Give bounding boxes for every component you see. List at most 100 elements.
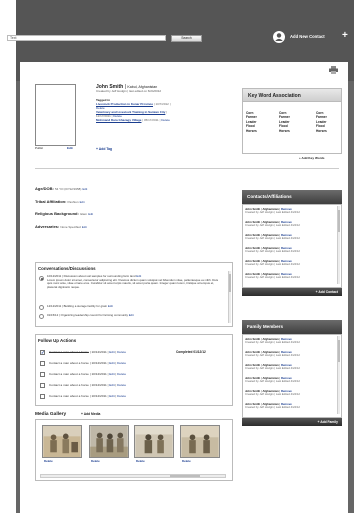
- attribute-edit-link[interactable]: Edit: [82, 225, 87, 229]
- conversation-text[interactable]: 12/12/2011 | Building a storage facility…: [47, 304, 107, 308]
- media-thumbnail[interactable]: [42, 425, 82, 458]
- keyword-panel-title: Key Word Association: [242, 88, 342, 102]
- conversation-item: 10/12/2011 | Discussion about soil sampl…: [47, 274, 224, 289]
- tag-delete[interactable]: Delete: [113, 114, 122, 118]
- followup-item: Contact a man about a horse | 10/12/2011…: [49, 361, 127, 365]
- add-tag-link[interactable]: + Add Tag: [96, 147, 112, 151]
- followup-checkbox-checked[interactable]: ✓: [40, 350, 45, 355]
- media-delete[interactable]: Delete: [44, 459, 53, 464]
- tag-item: Livestock Production in Kunar Province |…: [96, 102, 170, 110]
- followup-delete[interactable]: Delete: [117, 350, 126, 354]
- family-row: John Smith | Afghanistan | Remove Created…: [245, 389, 300, 397]
- followup-delete[interactable]: Delete: [117, 372, 126, 376]
- scrollbar-thumb[interactable]: [229, 274, 231, 292]
- conversation-radio[interactable]: [39, 305, 44, 310]
- followup-checkbox[interactable]: [40, 372, 45, 377]
- family-scrollbar[interactable]: [337, 336, 340, 414]
- attribute-label: Adversaries:: [35, 224, 60, 229]
- section-divider: [35, 168, 339, 169]
- contact-row: John Smith | Afghanistan | Remove Created…: [245, 259, 300, 267]
- attribute-label: Tribal Affiliation:: [35, 199, 67, 204]
- tag-date: 05/17/2011: [143, 118, 159, 122]
- tag-separator: |: [166, 110, 167, 114]
- search-input[interactable]: [7, 35, 166, 41]
- family-row: John Smith | Afghanistan | Remove Created…: [245, 350, 300, 358]
- family-meta: Created by Jeff Hodgin | Last Edited 4/2…: [245, 405, 300, 410]
- family-meta: Created by Jeff Hodgin | Last Edited 4/2…: [245, 392, 300, 397]
- attribute-label: Religious Background:: [35, 211, 79, 216]
- family-row: John Smith | Afghanistan | Remove Created…: [245, 376, 300, 384]
- contact-row: John Smith | Afghanistan | Remove Created…: [245, 246, 300, 254]
- followup-item: Contact a man about a horse | 10/12/2011…: [49, 350, 127, 354]
- followup-edit[interactable]: Edit: [109, 350, 114, 354]
- plus-icon[interactable]: +: [342, 31, 348, 41]
- tag-delete[interactable]: Delete: [96, 106, 105, 110]
- add-family-button[interactable]: + Add Family: [242, 418, 342, 426]
- tag-delete[interactable]: Delete: [161, 118, 170, 122]
- attribute-edit-link[interactable]: Edit: [88, 212, 93, 216]
- attribute-label: Age/DOB:: [35, 186, 54, 191]
- followup-checkbox[interactable]: [40, 383, 45, 388]
- right-gutter: [347, 81, 354, 513]
- media-thumbnail[interactable]: [89, 425, 129, 458]
- contact-meta: Created by Jeff Hodgin | Last Edited 4/2…: [245, 262, 300, 267]
- conversations-title: Conversations/Discussions: [38, 266, 96, 271]
- conversation-item: 01/15/12 | Organizing leadership council…: [47, 313, 224, 318]
- add-media-link[interactable]: + Add Media: [81, 412, 100, 416]
- created-meta: Created by Jeff Hodgin | last edited on …: [96, 89, 162, 93]
- conversation-item: 12/12/2011 | Building a storage facility…: [47, 304, 224, 309]
- scrollbar-thumb[interactable]: [338, 340, 340, 362]
- media-gallery-title: Media Gallery: [35, 412, 67, 417]
- conversation-edit[interactable]: Edit: [129, 313, 134, 317]
- followup-date: 10/12/2011: [91, 361, 107, 365]
- followup-delete[interactable]: Delete: [117, 361, 126, 365]
- contact-row: John Smith | Afghanistan | Remove Created…: [245, 233, 300, 241]
- conversation-edit[interactable]: Edit: [108, 304, 113, 308]
- media-delete[interactable]: Delete: [182, 459, 191, 464]
- attribute-tribal: Tribal Affiliation: Pashtun Edit: [35, 199, 85, 205]
- search-button[interactable]: Search: [171, 35, 202, 42]
- attribute-value: None Specified: [60, 225, 81, 229]
- visibility-label: Public: [35, 146, 44, 150]
- user-icon[interactable]: [273, 31, 285, 43]
- followup-checkbox[interactable]: [40, 394, 45, 399]
- conversation-radio[interactable]: [39, 314, 44, 319]
- followup-date: 10/12/2011: [91, 350, 107, 354]
- family-meta: Created by Jeff Hodgin | Last Edited 4/2…: [245, 353, 300, 358]
- media-thumbnail[interactable]: [134, 425, 174, 458]
- tag-date: 12/17/2011: [96, 113, 111, 118]
- family-meta: Created by Jeff Hodgin | Last Edited 4/2…: [245, 379, 300, 384]
- followup-item: Contact a man about a horse | 10/12/2011…: [49, 394, 127, 398]
- followup-edit[interactable]: Edit: [109, 383, 114, 387]
- keyword-column: Corn Farmer Leader Flood Horses: [246, 111, 257, 133]
- media-thumbnail[interactable]: [180, 425, 220, 458]
- tag-item: Mohmand Dara Ghazagy Village | 05/17/201…: [96, 118, 170, 123]
- media-delete[interactable]: Delete: [91, 459, 100, 464]
- scrollbar-thumb[interactable]: [338, 210, 340, 232]
- attribute-edit-link[interactable]: Edit: [80, 200, 85, 204]
- attribute-edit-link[interactable]: Edit: [82, 187, 87, 191]
- followup-edit[interactable]: Edit: [109, 372, 114, 376]
- followup-delete[interactable]: Delete: [117, 383, 126, 387]
- conversation-radio[interactable]: [39, 276, 44, 281]
- page: Search Add New Contact + John Smith | Ka…: [0, 0, 361, 513]
- add-keywords-link[interactable]: + Add Key Words: [299, 156, 325, 161]
- conversation-text[interactable]: 01/15/12 | Organizing leadership council…: [47, 313, 128, 317]
- add-new-contact-link[interactable]: Add New Contact: [290, 34, 325, 39]
- keyword-item: Horses: [279, 128, 290, 133]
- followup-checkbox[interactable]: [40, 361, 45, 366]
- followup-delete[interactable]: Delete: [117, 394, 126, 398]
- media-scrollbar-thumb[interactable]: [170, 475, 200, 477]
- add-contact-button[interactable]: + Add Contact: [242, 288, 342, 296]
- profile-photo[interactable]: [35, 84, 76, 146]
- edit-photo-link[interactable]: Edit: [67, 146, 73, 151]
- contacts-scrollbar[interactable]: [337, 206, 340, 284]
- tag-link[interactable]: Mohmand Dara Ghazagy Village: [96, 118, 141, 122]
- media-delete[interactable]: Delete: [136, 459, 145, 464]
- printer-icon[interactable]: [329, 66, 338, 74]
- followup-edit[interactable]: Edit: [109, 394, 114, 398]
- followup-edit[interactable]: Edit: [109, 361, 114, 365]
- conversations-scrollbar[interactable]: [228, 271, 231, 323]
- family-meta: Created by Jeff Hodgin | Last Edited 4/2…: [245, 340, 300, 345]
- keyword-column: Corn Farmer Leader Flood Horses: [279, 111, 290, 133]
